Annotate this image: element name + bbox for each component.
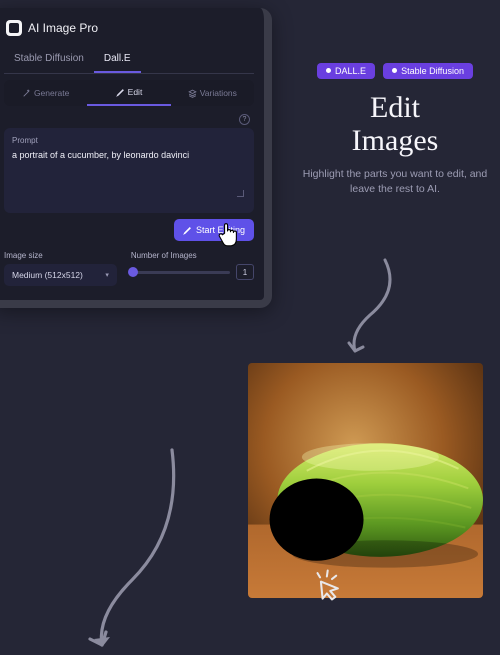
pencil-icon bbox=[116, 88, 125, 97]
start-editing-label: Start Editing bbox=[196, 225, 245, 235]
pill-label: DALL.E bbox=[335, 66, 366, 76]
num-images-value[interactable]: 1 bbox=[236, 264, 254, 280]
pill-label: Stable Diffusion bbox=[401, 66, 464, 76]
pill-dalle: DALL.E bbox=[317, 63, 375, 79]
model-tabs: Stable Diffusion Dall.E bbox=[4, 46, 254, 74]
app-logo-icon bbox=[6, 20, 22, 36]
flow-arrow-icon bbox=[62, 440, 182, 655]
num-images-slider[interactable] bbox=[131, 271, 230, 274]
prompt-input[interactable]: a portrait of a cucumber, by leonardo da… bbox=[12, 149, 246, 189]
hero-title-line2: Images bbox=[352, 124, 439, 157]
flow-arrow-icon bbox=[330, 255, 405, 355]
hero-title: Edit Images bbox=[302, 91, 488, 157]
chevron-down-icon: ▾ bbox=[105, 271, 109, 279]
help-icon[interactable]: ? bbox=[239, 114, 250, 125]
hero-pills: DALL.E Stable Diffusion bbox=[317, 63, 473, 79]
mode-label: Edit bbox=[128, 87, 143, 97]
mode-tab-variations[interactable]: Variations bbox=[171, 80, 254, 106]
app-title: AI Image Pro bbox=[28, 21, 98, 35]
hero-title-line1: Edit bbox=[370, 91, 420, 124]
image-size-select[interactable]: Medium (512x512) ▾ bbox=[4, 264, 117, 286]
slider-thumb[interactable] bbox=[128, 267, 138, 277]
pencil-icon bbox=[183, 226, 192, 235]
resize-grip-icon[interactable] bbox=[12, 189, 246, 195]
mode-tab-edit[interactable]: Edit bbox=[87, 80, 170, 106]
hero-subtitle: Highlight the parts you want to edit, an… bbox=[302, 167, 488, 197]
start-editing-button[interactable]: Start Editing bbox=[174, 219, 254, 241]
mode-tabs: Generate Edit Variations bbox=[4, 80, 254, 106]
tab-dalle[interactable]: Dall.E bbox=[94, 46, 141, 73]
image-preview[interactable] bbox=[248, 363, 483, 598]
hero-panel: DALL.E Stable Diffusion Edit Images High… bbox=[302, 60, 488, 197]
mode-label: Variations bbox=[200, 88, 237, 98]
prompt-label: Prompt bbox=[12, 136, 246, 145]
title-bar: AI Image Pro bbox=[4, 18, 254, 46]
tab-stable-diffusion[interactable]: Stable Diffusion bbox=[4, 46, 94, 73]
mode-tab-generate[interactable]: Generate bbox=[4, 80, 87, 106]
prompt-box[interactable]: Prompt a portrait of a cucumber, by leon… bbox=[4, 128, 254, 213]
pill-stable-diffusion: Stable Diffusion bbox=[383, 63, 473, 79]
app-window: AI Image Pro Stable Diffusion Dall.E Gen… bbox=[0, 8, 272, 308]
mode-label: Generate bbox=[34, 88, 69, 98]
image-size-label: Image size bbox=[4, 251, 117, 260]
num-images-label: Number of Images bbox=[131, 251, 254, 260]
image-size-value: Medium (512x512) bbox=[12, 270, 83, 280]
layers-icon bbox=[188, 89, 197, 98]
wand-icon bbox=[22, 89, 31, 98]
